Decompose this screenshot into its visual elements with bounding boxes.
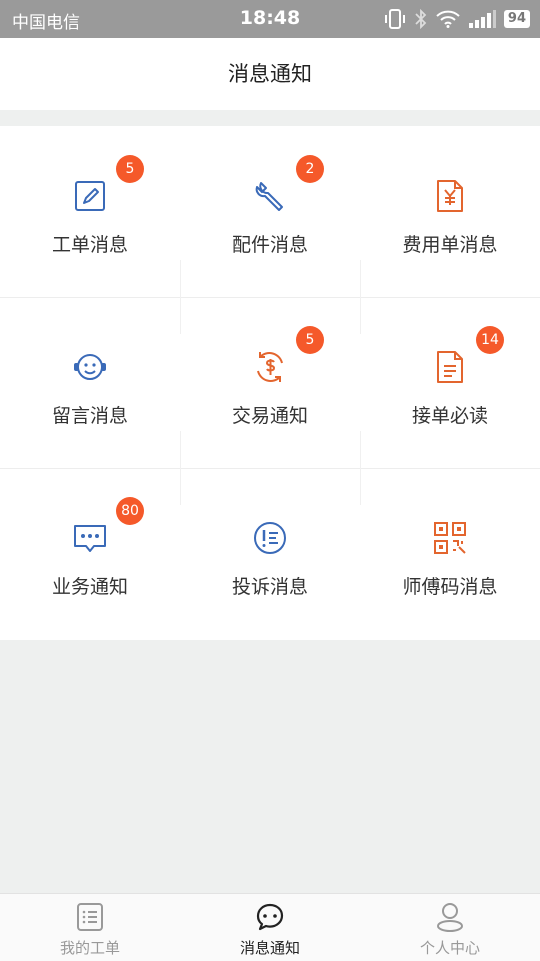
unread-badge: 5	[116, 155, 144, 183]
status-bar: 中国电信 18:48 94	[0, 0, 540, 38]
bottom-nav: 我的工单 消息通知 个人中心	[0, 893, 540, 961]
edit-icon	[72, 178, 108, 214]
grid-item-fee-bill[interactable]: 费用单消息	[360, 126, 540, 297]
chat-bubble-icon	[72, 520, 108, 556]
document-icon	[432, 349, 468, 385]
grid-item-label: 业务通知	[51, 576, 128, 598]
grid-item-label: 接单必读	[411, 405, 488, 427]
nav-tab-messages[interactable]: 消息通知	[180, 894, 360, 961]
message-icon	[256, 902, 284, 932]
vibrate-icon	[384, 9, 405, 29]
grid-item-parts[interactable]: 2 配件消息	[180, 126, 360, 297]
grid-item-label: 配件消息	[231, 234, 308, 256]
wrench-icon	[252, 178, 288, 214]
qr-code-icon	[432, 520, 468, 556]
customer-service-icon	[72, 349, 108, 385]
page-title: 消息通知	[0, 38, 540, 110]
divider	[0, 110, 540, 126]
complaint-icon	[252, 520, 288, 556]
grid-item-transaction[interactable]: 5 交易通知	[180, 297, 360, 468]
grid-item-label: 师傅码消息	[402, 576, 498, 598]
grid-item-label: 费用单消息	[402, 234, 498, 256]
grid-item-must-read[interactable]: 14 接单必读	[360, 297, 540, 468]
person-icon	[436, 902, 464, 932]
grid-item-business-notice[interactable]: 80 业务通知	[0, 468, 180, 639]
nav-tab-my-orders[interactable]: 我的工单	[0, 894, 180, 961]
grid-item-leave-message[interactable]: 留言消息	[0, 297, 180, 468]
status-icons: 94	[384, 7, 530, 31]
unread-badge: 5	[296, 326, 324, 354]
signal-icon	[468, 10, 496, 28]
list-icon	[76, 902, 104, 932]
unread-badge: 2	[296, 155, 324, 183]
grid-item-complaint[interactable]: 投诉消息	[180, 468, 360, 639]
grid-item-label: 交易通知	[231, 405, 308, 427]
nav-label: 我的工单	[59, 939, 120, 957]
unread-badge: 80	[116, 497, 144, 525]
money-exchange-icon	[252, 349, 288, 385]
unread-badge: 14	[476, 326, 504, 354]
grid-item-label: 工单消息	[51, 234, 128, 256]
grid-item-label: 留言消息	[51, 405, 128, 427]
bluetooth-icon	[415, 9, 427, 29]
nav-label: 个人中心	[419, 939, 480, 957]
grid-item-master-code[interactable]: 师傅码消息	[360, 468, 540, 639]
nav-tab-profile[interactable]: 个人中心	[360, 894, 540, 961]
grid-item-work-order[interactable]: 5 工单消息	[0, 126, 180, 297]
message-grid: 5 工单消息 2 配件消息 费用单消息 留言消息 5 交易通知 14 接单必读	[0, 126, 540, 640]
wifi-icon	[436, 10, 460, 28]
nav-label: 消息通知	[239, 939, 300, 957]
battery-indicator: 94	[503, 10, 530, 28]
invoice-icon	[432, 178, 468, 214]
grid-item-label: 投诉消息	[231, 576, 308, 598]
